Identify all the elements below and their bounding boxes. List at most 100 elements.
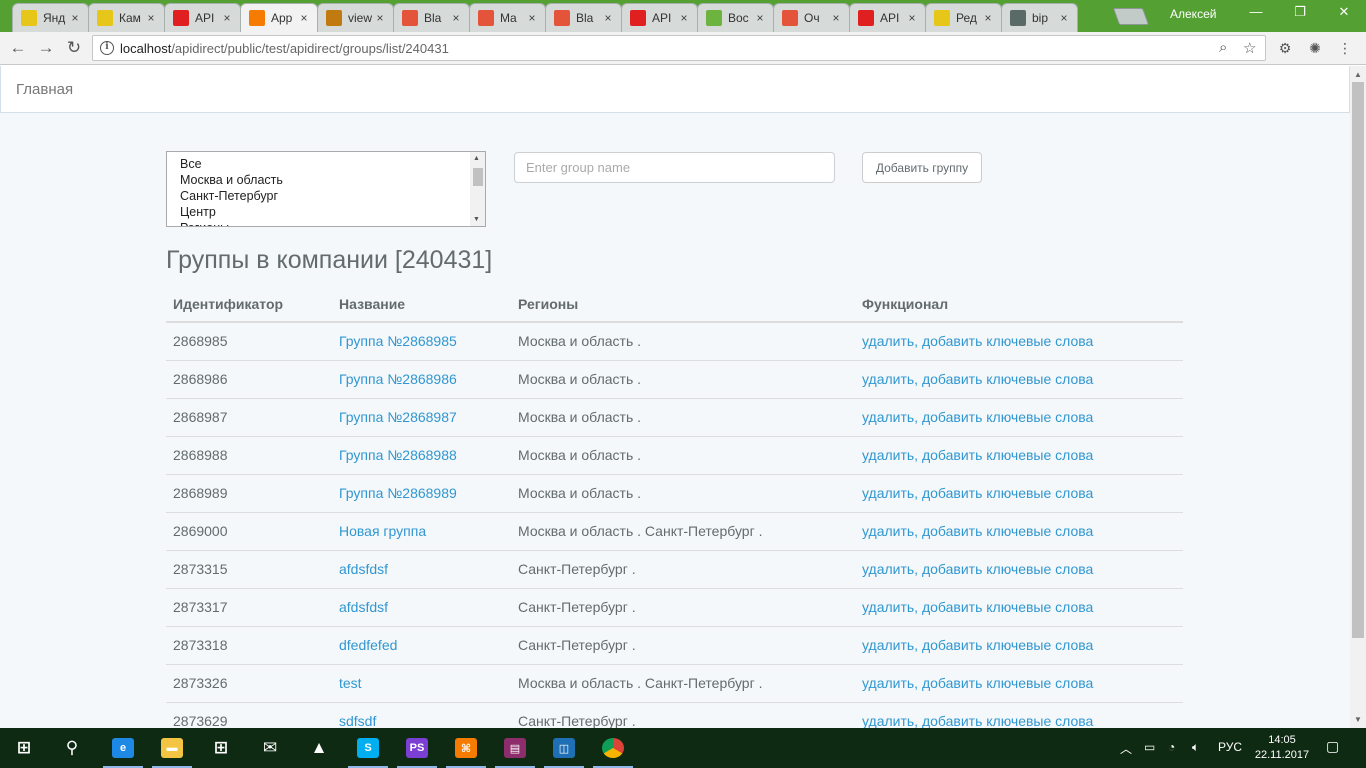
page-scroll-thumb[interactable] — [1352, 82, 1364, 638]
browser-tab[interactable]: Оч × — [773, 3, 850, 32]
browser-tab[interactable]: Bla × — [393, 3, 470, 32]
group-name-link[interactable]: Группа №2868985 — [339, 333, 457, 349]
close-tab-icon[interactable]: × — [677, 11, 691, 25]
close-tab-icon[interactable]: × — [601, 11, 615, 25]
close-tab-icon[interactable]: × — [753, 11, 767, 25]
region-option[interactable]: Центр — [167, 204, 485, 220]
page-scrollbar[interactable]: ▲ ▼ — [1350, 66, 1366, 728]
delete-group-link[interactable]: удалить, — [862, 637, 918, 653]
minimize-icon[interactable]: — — [1234, 4, 1278, 19]
profile-name[interactable]: Алексей — [1170, 7, 1216, 21]
delete-group-link[interactable]: удалить, — [862, 675, 918, 691]
browser-tab[interactable]: API × — [164, 3, 241, 32]
scroll-down-icon[interactable]: ▼ — [1354, 715, 1362, 724]
delete-group-link[interactable]: удалить, — [862, 561, 918, 577]
group-name-link[interactable]: afdsfdsf — [339, 599, 388, 615]
group-name-link[interactable]: Группа №2868988 — [339, 447, 457, 463]
delete-group-link[interactable]: удалить, — [862, 447, 918, 463]
address-bar[interactable]: i localhost/apidirect/public/test/apidir… — [92, 35, 1266, 61]
group-name-link[interactable]: test — [339, 675, 362, 691]
regions-select-scrollbar[interactable]: ▲ ▼ — [470, 152, 485, 226]
close-tab-icon[interactable]: × — [144, 11, 158, 25]
add-keywords-link[interactable]: добавить ключевые слова — [922, 333, 1093, 349]
group-name-link[interactable]: sdfsdf — [339, 713, 376, 728]
close-tab-icon[interactable]: × — [449, 11, 463, 25]
taskbar-button[interactable]: S — [344, 728, 392, 768]
browser-tab[interactable]: Ma × — [469, 3, 546, 32]
battery-icon[interactable]: ▭ — [1144, 740, 1155, 754]
delete-group-link[interactable]: удалить, — [862, 371, 918, 387]
taskbar-button[interactable]: ⌘ — [442, 728, 490, 768]
add-group-button[interactable]: Добавить группу — [862, 152, 982, 183]
browser-tab[interactable]: bip × — [1001, 3, 1078, 32]
close-tab-icon[interactable]: × — [829, 11, 843, 25]
group-name-link[interactable]: dfedfefed — [339, 637, 397, 653]
extension-cog-icon[interactable]: ✺ — [1306, 40, 1324, 58]
taskbar-button[interactable]: ▬ — [148, 728, 196, 768]
group-name-input[interactable] — [514, 152, 835, 183]
back-icon[interactable]: ← — [6, 37, 30, 59]
browser-tab[interactable]: view × — [317, 3, 394, 32]
browser-tab[interactable]: Bla × — [545, 3, 622, 32]
close-tab-icon[interactable]: × — [373, 11, 387, 25]
close-tab-icon[interactable]: × — [68, 11, 82, 25]
group-name-link[interactable]: afdsfdsf — [339, 561, 388, 577]
show-hidden-icons-icon[interactable]: ︿ — [1120, 740, 1132, 757]
group-name-link[interactable]: Группа №2868987 — [339, 409, 457, 425]
taskbar-button[interactable]: ⊞ — [0, 728, 48, 768]
browser-tab[interactable]: Ред × — [925, 3, 1002, 32]
language-indicator[interactable]: РУС — [1218, 740, 1242, 754]
close-tab-icon[interactable]: × — [981, 11, 995, 25]
reload-icon[interactable]: ↻ — [62, 37, 86, 59]
region-option[interactable]: Санкт-Петербург — [167, 188, 485, 204]
browser-tab[interactable]: Вос × — [697, 3, 774, 32]
browser-tab[interactable]: API × — [849, 3, 926, 32]
scroll-up-icon[interactable]: ▲ — [1354, 70, 1362, 79]
add-keywords-link[interactable]: добавить ключевые слова — [922, 409, 1093, 425]
region-option[interactable]: Регионы — [167, 220, 485, 226]
new-tab-button[interactable] — [1112, 8, 1150, 25]
close-window-icon[interactable]: ✕ — [1322, 4, 1366, 20]
url-text[interactable]: localhost/apidirect/public/test/apidirec… — [120, 41, 449, 56]
group-name-link[interactable]: Новая группа — [339, 523, 426, 539]
group-name-link[interactable]: Группа №2868989 — [339, 485, 457, 501]
close-tab-icon[interactable]: × — [220, 11, 234, 25]
extension-icon[interactable]: ⚙ — [1276, 40, 1294, 58]
close-tab-icon[interactable]: × — [297, 11, 311, 25]
restore-icon[interactable]: ❐ — [1278, 4, 1322, 20]
taskbar-button[interactable] — [589, 728, 637, 768]
add-keywords-link[interactable]: добавить ключевые слова — [922, 637, 1093, 653]
info-icon[interactable]: i — [100, 41, 114, 55]
brand-link[interactable]: Главная — [16, 81, 73, 98]
delete-group-link[interactable]: удалить, — [862, 333, 918, 349]
delete-group-link[interactable]: удалить, — [862, 713, 918, 728]
taskbar-button[interactable]: e — [99, 728, 147, 768]
add-keywords-link[interactable]: добавить ключевые слова — [922, 485, 1093, 501]
scroll-down-icon[interactable]: ▼ — [473, 216, 480, 223]
regions-select[interactable]: ВсеМосква и областьСанкт-ПетербургЦентрР… — [166, 151, 486, 227]
group-name-link[interactable]: Группа №2868986 — [339, 371, 457, 387]
add-keywords-link[interactable]: добавить ключевые слова — [922, 561, 1093, 577]
close-tab-icon[interactable]: × — [905, 11, 919, 25]
taskbar-button[interactable]: ◫ — [540, 728, 588, 768]
taskbar-button[interactable]: PS — [393, 728, 441, 768]
taskbar-button[interactable]: ✉ — [246, 728, 294, 768]
add-keywords-link[interactable]: добавить ключевые слова — [922, 675, 1093, 691]
add-keywords-link[interactable]: добавить ключевые слова — [922, 447, 1093, 463]
add-keywords-link[interactable]: добавить ключевые слова — [922, 713, 1093, 728]
close-tab-icon[interactable]: × — [525, 11, 539, 25]
network-icon[interactable]: ◔ — [1168, 740, 1175, 754]
close-tab-icon[interactable]: × — [1057, 11, 1071, 25]
volume-icon[interactable]: 🔈︎ — [1192, 740, 1199, 755]
taskbar-button[interactable]: ▤ — [491, 728, 539, 768]
taskbar-button[interactable]: ⊞ — [197, 728, 245, 768]
scroll-up-icon[interactable]: ▲ — [473, 155, 480, 162]
clock[interactable]: 14:05 22.11.2017 — [1250, 733, 1314, 763]
browser-tab[interactable]: Янд × — [12, 3, 89, 32]
notifications-icon[interactable]: ▢ — [1326, 738, 1339, 755]
scroll-thumb[interactable] — [473, 168, 483, 186]
zoom-search-icon[interactable]: ⌕ — [1219, 39, 1227, 56]
add-keywords-link[interactable]: добавить ключевые слова — [922, 371, 1093, 387]
taskbar-button[interactable]: ⚲ — [48, 728, 96, 768]
browser-tab[interactable]: App × — [240, 3, 318, 32]
